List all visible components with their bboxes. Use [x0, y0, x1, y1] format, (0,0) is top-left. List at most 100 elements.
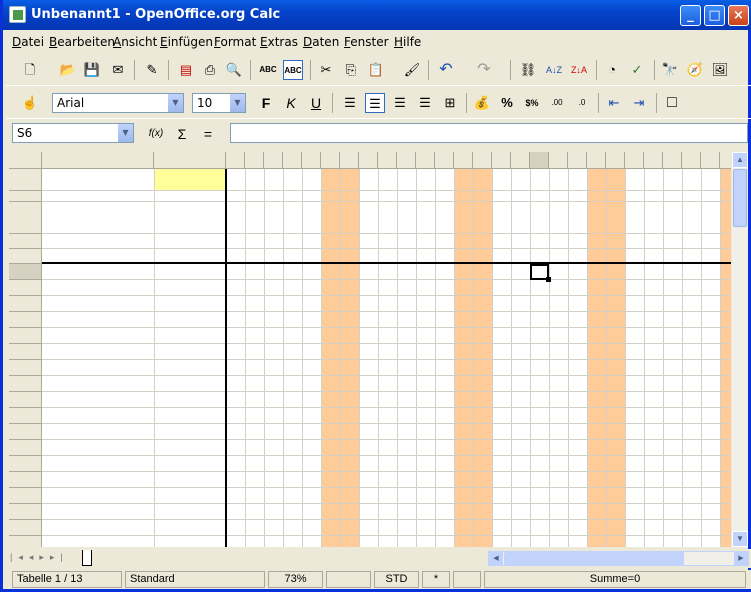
auto-spellcheck-icon[interactable]: ABC	[283, 60, 303, 80]
column-header-G[interactable]	[302, 152, 321, 169]
vertical-scrollbar[interactable]: ▲ ▼	[732, 152, 748, 547]
column-header-K[interactable]	[378, 152, 397, 169]
row-header-5[interactable]	[9, 249, 42, 264]
row-header-10[interactable]	[9, 328, 42, 344]
horizontal-scroll-thumb[interactable]	[504, 552, 684, 565]
paste-icon[interactable]: 📋	[366, 60, 386, 80]
status-zoom[interactable]: 73%	[268, 571, 323, 588]
row-header-17[interactable]	[9, 440, 42, 456]
page-preview-icon[interactable]: 🔍	[224, 60, 244, 80]
tab-apr[interactable]	[181, 550, 189, 566]
column-header-Y[interactable]	[644, 152, 663, 169]
redo-icon[interactable]: ↷	[474, 60, 494, 80]
align-right-icon[interactable]: ☰	[390, 93, 410, 113]
export-pdf-icon[interactable]: ▤	[176, 60, 196, 80]
tab-jan[interactable]	[82, 550, 92, 566]
column-header-N[interactable]	[435, 152, 454, 169]
tab-mär[interactable]	[148, 550, 156, 566]
column-header-D[interactable]	[245, 152, 264, 169]
menu-hilfe[interactable]: Hilfe	[394, 35, 421, 49]
column-header-E[interactable]	[264, 152, 283, 169]
column-header-H[interactable]	[321, 152, 340, 169]
row-header-7[interactable]	[9, 280, 42, 296]
minimize-button[interactable]: _	[680, 5, 701, 26]
menu-datei[interactable]: Datei	[12, 35, 44, 49]
row-header-12[interactable]	[9, 360, 42, 376]
menu-extras[interactable]: Extras	[260, 35, 298, 49]
edit-file-icon[interactable]: ✎	[142, 60, 162, 80]
justify-icon[interactable]: ☰	[415, 93, 435, 113]
column-header-R[interactable]	[511, 152, 530, 169]
hyperlink-icon[interactable]: ⛓	[518, 60, 538, 80]
row-header-20[interactable]	[9, 488, 42, 504]
row-header-4[interactable]	[9, 234, 42, 249]
tab-nov[interactable]	[412, 550, 420, 566]
tab-dez[interactable]	[445, 550, 453, 566]
row-header-23[interactable]	[9, 536, 42, 547]
row-header-1[interactable]	[9, 169, 42, 191]
find-replace-icon[interactable]: 🔭	[660, 60, 680, 80]
copy-icon[interactable]: ⎘	[341, 60, 361, 80]
fill-handle[interactable]	[546, 277, 551, 282]
chevron-down-icon[interactable]: ▼	[117, 124, 133, 142]
font-name-combo[interactable]: Arial ▼	[52, 93, 184, 113]
tab-sep[interactable]	[346, 550, 354, 566]
column-header-AB[interactable]	[701, 152, 720, 169]
column-header-A[interactable]	[720, 152, 731, 169]
font-size-combo[interactable]: 10 ▼	[192, 93, 246, 113]
email-icon[interactable]: ✉	[108, 60, 128, 80]
format-paintbrush-icon[interactable]: 🖌	[402, 60, 422, 80]
column-header-L[interactable]	[397, 152, 416, 169]
scroll-thumb[interactable]	[733, 169, 747, 227]
styles-formatting-icon[interactable]: ☝	[20, 93, 40, 113]
select-all-corner[interactable]	[9, 152, 42, 169]
tab-jul[interactable]	[280, 550, 288, 566]
tab-feb[interactable]	[115, 550, 123, 566]
column-header-W[interactable]	[606, 152, 625, 169]
menu-format[interactable]: Format	[214, 35, 256, 49]
column-header-A[interactable]	[42, 152, 154, 169]
tab-mai[interactable]	[214, 550, 222, 566]
row-header-14[interactable]	[9, 392, 42, 408]
chevron-down-icon[interactable]: ▼	[229, 94, 245, 112]
column-header-I[interactable]	[340, 152, 359, 169]
row-header-8[interactable]	[9, 296, 42, 312]
row-header-15[interactable]	[9, 408, 42, 424]
row-header-3[interactable]	[9, 202, 42, 234]
tab-okt[interactable]	[379, 550, 387, 566]
open-icon[interactable]: 📂	[58, 60, 78, 80]
row-header-21[interactable]	[9, 504, 42, 520]
sort-ascending-icon[interactable]: A↓Z	[544, 60, 564, 80]
column-header-T[interactable]	[549, 152, 568, 169]
borders-icon[interactable]: □	[662, 93, 682, 113]
standard-format-icon[interactable]: $%	[522, 93, 542, 113]
row-header-2[interactable]	[9, 191, 42, 202]
scroll-down-icon[interactable]: ▼	[732, 531, 748, 547]
formula-input[interactable]	[230, 123, 748, 143]
horizontal-scrollbar[interactable]: ◀ ▶	[488, 551, 749, 566]
tab-info[interactable]	[478, 550, 486, 566]
navigator-icon[interactable]: 🧭	[685, 60, 705, 80]
column-header-V[interactable]	[587, 152, 606, 169]
row-header-19[interactable]	[9, 472, 42, 488]
draw-functions-icon[interactable]: ✓	[627, 60, 647, 80]
maximize-button[interactable]: □	[704, 5, 725, 26]
column-header-C[interactable]	[226, 152, 245, 169]
save-icon[interactable]: 💾	[82, 60, 102, 80]
decrease-indent-icon[interactable]: ⇤	[604, 93, 624, 113]
column-header-M[interactable]	[416, 152, 435, 169]
delete-decimal-icon[interactable]: .0	[572, 93, 592, 113]
column-header-F[interactable]	[283, 152, 302, 169]
column-header-P[interactable]	[473, 152, 492, 169]
column-header-AA[interactable]	[682, 152, 701, 169]
menu-ansicht[interactable]: Ansicht	[113, 35, 157, 49]
column-header-J[interactable]	[359, 152, 378, 169]
align-left-icon[interactable]: ☰	[340, 93, 360, 113]
add-decimal-icon[interactable]: .00	[547, 93, 567, 113]
increase-indent-icon[interactable]: ⇥	[629, 93, 649, 113]
spreadsheet-grid[interactable]	[9, 152, 731, 547]
row-header-6[interactable]	[9, 264, 42, 280]
cut-icon[interactable]: ✂	[316, 60, 336, 80]
column-header-Q[interactable]	[492, 152, 511, 169]
row-header-22[interactable]	[9, 520, 42, 536]
